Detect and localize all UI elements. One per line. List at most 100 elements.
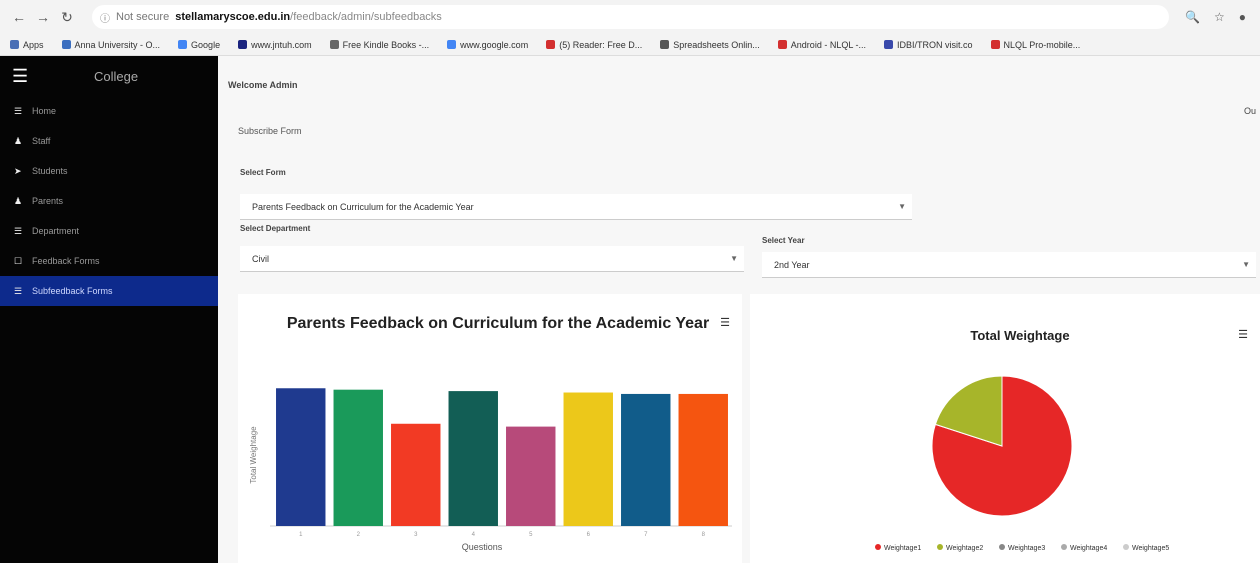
sidebar-item-label: Home xyxy=(32,106,57,116)
legend-marker xyxy=(875,544,881,550)
brand-name: College xyxy=(94,68,139,84)
star-icon[interactable]: ☆ xyxy=(1214,10,1225,24)
sidebar-item-home[interactable]: ☰ Home xyxy=(0,96,218,126)
bookmark-item[interactable]: www.google.com xyxy=(447,39,529,50)
sidebar-item-icon: ➤ xyxy=(14,165,22,176)
bar[interactable] xyxy=(333,389,383,526)
legend-label[interactable]: Weightage5 xyxy=(1132,545,1169,552)
bookmark-label: Anna University - O... xyxy=(74,39,161,50)
year-select-label: Select Year xyxy=(762,236,805,245)
x-tick-label: 8 xyxy=(702,532,706,538)
y-axis-label: Total Weightage xyxy=(249,426,258,484)
bookmark-label: NLQL Pro-mobile... xyxy=(1003,39,1081,50)
bookmark-label: IDBI/TRON visit.co xyxy=(897,39,973,50)
legend-marker xyxy=(1123,544,1129,550)
x-tick-label: 7 xyxy=(644,532,648,538)
bookmark-label: Apps xyxy=(23,39,44,50)
department-select-label: Select Department xyxy=(240,224,311,233)
hamburger-menu-icon[interactable]: ☰ xyxy=(12,66,38,87)
bookmark-item[interactable]: Google xyxy=(178,39,221,50)
legend-label[interactable]: Weightage4 xyxy=(1070,545,1107,552)
year-select-value: 2nd Year xyxy=(774,259,810,270)
security-label: Not secure xyxy=(116,11,170,23)
zoom-icon[interactable]: 🔍 xyxy=(1185,10,1200,24)
legend-label[interactable]: Weightage3 xyxy=(1008,545,1045,552)
form-select[interactable]: Parents Feedback on Curriculum for the A… xyxy=(240,194,912,220)
reload-icon[interactable]: ↻ xyxy=(58,9,76,26)
x-tick-label: 4 xyxy=(472,532,476,538)
form-select-label: Select Form xyxy=(240,168,286,177)
browser-toolbar: ← → ↻ ⓘ Not secure stellamaryscoe.edu.in… xyxy=(0,0,1260,34)
bookmark-icon xyxy=(10,39,19,49)
sidebar-item-staff[interactable]: ♟ Staff xyxy=(0,126,218,156)
year-select[interactable]: 2nd Year ▼ xyxy=(762,252,1256,278)
bar[interactable] xyxy=(563,392,613,526)
bookmark-label: www.jntuh.com xyxy=(251,39,312,50)
legend-marker xyxy=(1061,544,1067,550)
legend-marker xyxy=(999,544,1005,550)
sidebar-item-feedback-forms[interactable]: ☐ Feedback Forms xyxy=(0,246,218,276)
x-tick-label: 2 xyxy=(357,532,361,538)
logout-link[interactable]: Ou xyxy=(1244,106,1256,116)
bar[interactable] xyxy=(621,393,671,526)
sidebar-item-icon: ☰ xyxy=(14,285,23,296)
bookmark-item[interactable]: www.jntuh.com xyxy=(238,39,312,50)
bookmark-item[interactable]: Apps xyxy=(10,39,44,50)
x-tick-label: 1 xyxy=(299,532,303,538)
sidebar-item-parents[interactable]: ♟ Parents xyxy=(0,186,218,216)
bar[interactable] xyxy=(391,423,441,526)
bookmark-icon xyxy=(660,39,670,49)
address-bar[interactable]: ⓘ Not secure stellamaryscoe.edu.in /feed… xyxy=(92,5,1170,29)
bookmark-item[interactable]: IDBI/TRON visit.co xyxy=(884,39,973,50)
x-tick-label: 6 xyxy=(587,532,591,538)
sidebar-item-label: Feedback Forms xyxy=(32,256,100,266)
sidebar-item-icon: ♟ xyxy=(14,195,23,206)
form-select-value: Parents Feedback on Curriculum for the A… xyxy=(252,201,474,212)
sidebar-item-label: Subfeedback Forms xyxy=(32,286,113,296)
bookmark-item[interactable]: Spreadsheets Onlin... xyxy=(660,39,760,50)
bookmark-label: Google xyxy=(191,39,221,50)
legend-label[interactable]: Weightage2 xyxy=(946,545,983,552)
bookmarks-bar: Apps Anna University - O... Google www.jntu… xyxy=(0,34,1260,56)
bookmark-icon xyxy=(777,39,787,49)
bookmark-item[interactable]: Anna University - O... xyxy=(61,39,161,50)
pie-chart: Weightage1 Weightage2 Weightage3 Weightage4… xyxy=(875,375,1169,552)
bookmark-icon xyxy=(61,39,71,49)
bookmark-item[interactable]: (5) Reader: Free D... xyxy=(546,39,642,50)
main-content: Welcome Admin Ou Subscribe Form Select F… xyxy=(218,56,1260,563)
chevron-down-icon: ▼ xyxy=(1242,260,1250,269)
back-icon[interactable]: ← xyxy=(10,9,28,25)
bar[interactable] xyxy=(506,426,556,526)
department-select-value: Civil xyxy=(252,253,269,264)
forward-icon[interactable]: → xyxy=(34,9,52,25)
sidebar-item-department[interactable]: ☰ Department xyxy=(0,216,218,246)
sidebar-item-subfeedback-forms[interactable]: ☰ Subfeedback Forms xyxy=(0,276,218,306)
sidebar-item-students[interactable]: ➤ Students xyxy=(0,156,218,186)
legend-label[interactable]: Weightage1 xyxy=(884,545,921,552)
profile-icon[interactable]: ● xyxy=(1239,10,1246,24)
chevron-down-icon: ▼ xyxy=(898,202,906,211)
welcome-text: Welcome Admin xyxy=(228,80,298,90)
bookmark-icon xyxy=(178,39,188,49)
bookmark-item[interactable]: Android - NLQL -... xyxy=(777,39,866,50)
bookmark-label: www.google.com xyxy=(460,39,529,50)
x-axis-label: Questions xyxy=(462,542,503,552)
bookmark-label: Free Kindle Books -... xyxy=(342,39,430,50)
bar-chart: 1 2 3 4 5 6 7 8 Total Weightage Questions xyxy=(249,388,732,552)
info-icon[interactable]: ⓘ xyxy=(100,10,110,25)
sidebar-item-label: Department xyxy=(32,226,80,236)
bar[interactable] xyxy=(276,388,326,526)
bookmark-item[interactable]: NLQL Pro-mobile... xyxy=(990,39,1081,50)
department-select[interactable]: Civil ▼ xyxy=(240,246,744,272)
url-path: /feedback/admin/subfeedbacks xyxy=(290,11,442,23)
bar[interactable] xyxy=(678,393,728,526)
bar-chart-card: Parents Feedback on Curriculum for the A… xyxy=(238,294,742,563)
page-subtitle: Subscribe Form xyxy=(238,126,302,136)
bar[interactable] xyxy=(448,391,498,526)
sidebar-item-icon: ☐ xyxy=(14,255,23,266)
bookmark-item[interactable]: Free Kindle Books -... xyxy=(329,39,430,50)
bookmark-icon xyxy=(238,39,248,49)
sidebar-item-label: Parents xyxy=(32,196,64,206)
bookmark-icon xyxy=(884,39,893,49)
bookmark-icon xyxy=(329,39,339,49)
